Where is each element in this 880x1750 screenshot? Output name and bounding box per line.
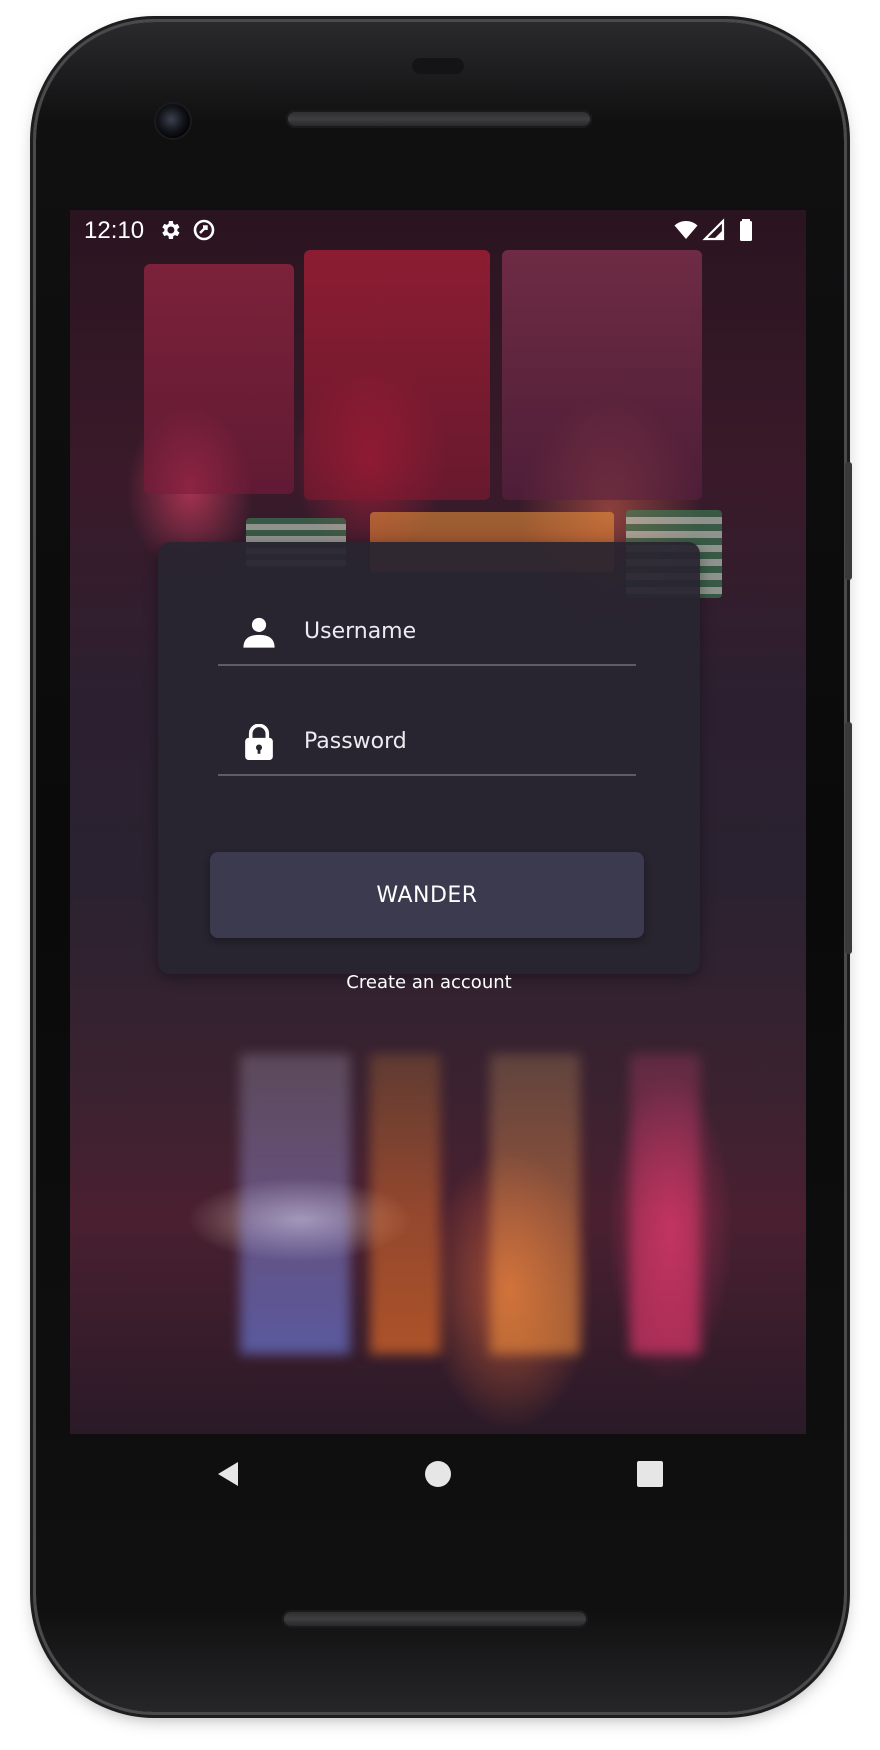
sync-icon	[193, 219, 215, 241]
recents-icon[interactable]	[634, 1458, 666, 1490]
power-button	[845, 462, 852, 580]
floor-reflection	[370, 1054, 440, 1354]
cell-signal-icon	[702, 218, 725, 241]
username-field[interactable]	[218, 594, 636, 666]
phone-frame: 12:10 Username WANDER Create an account	[36, 22, 852, 1712]
home-icon[interactable]	[422, 1458, 454, 1490]
floor-reflection	[240, 1054, 350, 1354]
password-input[interactable]	[302, 718, 626, 764]
volume-rocker	[845, 722, 852, 954]
username-input[interactable]	[302, 608, 626, 654]
person-icon	[243, 617, 275, 648]
settings-icon	[162, 221, 180, 239]
bottom-speaker	[282, 1610, 588, 1628]
top-speaker	[286, 110, 592, 128]
navigation-bar	[70, 1434, 806, 1514]
create-account-link[interactable]: Create an account	[158, 972, 700, 993]
sensor-notch	[412, 58, 464, 74]
status-time: 12:10	[84, 217, 145, 244]
back-icon[interactable]	[212, 1458, 244, 1490]
poster-left	[144, 264, 294, 494]
lock-icon	[245, 724, 273, 760]
poster-right	[502, 250, 702, 500]
screen: 12:10 Username WANDER Create an account	[70, 210, 806, 1434]
login-card: WANDER Create an account	[158, 542, 700, 993]
status-bar: 12:10	[70, 210, 806, 250]
floor-reflection	[490, 1054, 580, 1354]
floor-reflection	[630, 1054, 700, 1354]
poster-center	[304, 250, 490, 500]
wander-button[interactable]: WANDER	[210, 852, 644, 938]
battery-icon	[740, 219, 752, 241]
front-camera	[156, 104, 190, 138]
password-field[interactable]	[218, 704, 636, 776]
wifi-icon	[674, 221, 698, 239]
